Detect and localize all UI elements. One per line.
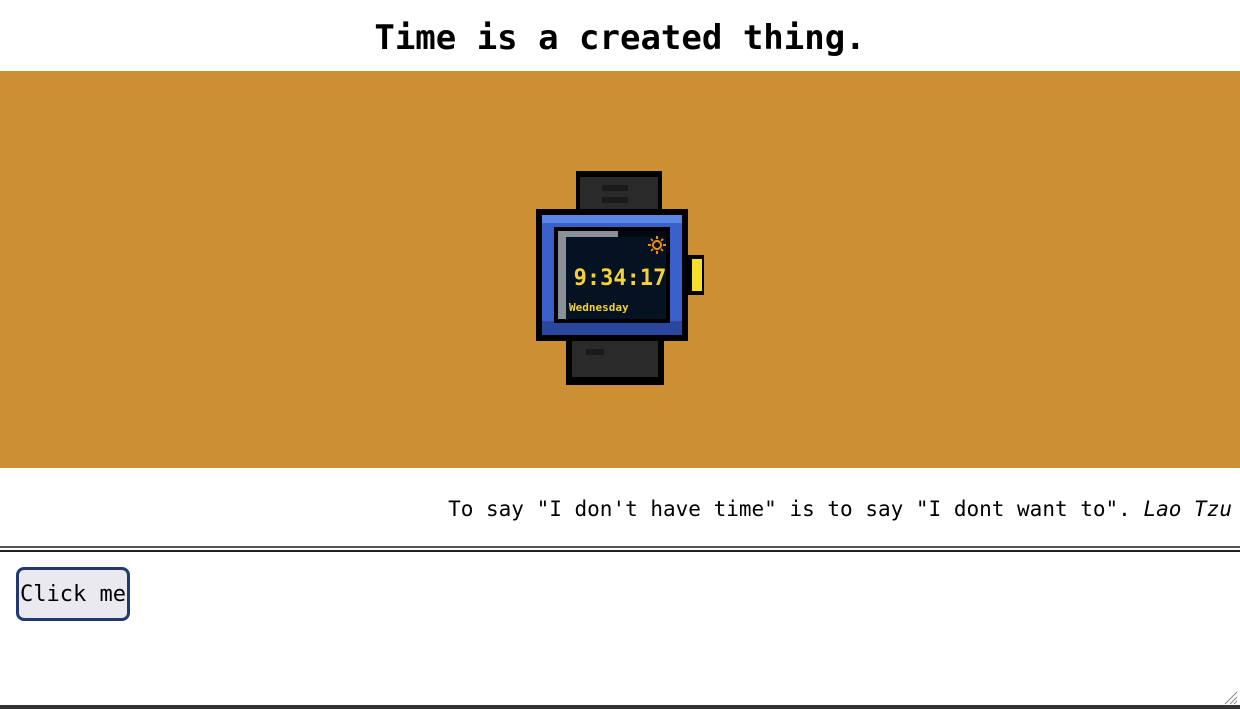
watch-time: 9:34:17 <box>574 266 667 291</box>
resize-handle-icon[interactable] <box>1222 689 1238 705</box>
watch-band-bottom <box>566 341 664 385</box>
page: Time is a created thing. 9:34:17 Wednesd… <box>0 0 1240 709</box>
watch-banner: 9:34:17 Wednesday <box>0 71 1240 468</box>
quote-text: To say "I don't have time" is to say "I … <box>448 497 1131 521</box>
output-area[interactable] <box>0 552 1240 706</box>
page-title: Time is a created thing. <box>374 18 866 58</box>
bottom-border <box>0 705 1240 709</box>
divider <box>0 546 1240 548</box>
click-me-button[interactable]: Click me <box>16 567 130 621</box>
watch-band-top <box>576 171 662 215</box>
watch-crown <box>688 255 704 295</box>
quote: To say "I don't have time" is to say "I … <box>448 492 1232 526</box>
watch-illustration: 9:34:17 Wednesday <box>536 171 704 385</box>
watch-day: Wednesday <box>569 301 629 314</box>
quote-author: Lao Tzu <box>1143 497 1232 521</box>
